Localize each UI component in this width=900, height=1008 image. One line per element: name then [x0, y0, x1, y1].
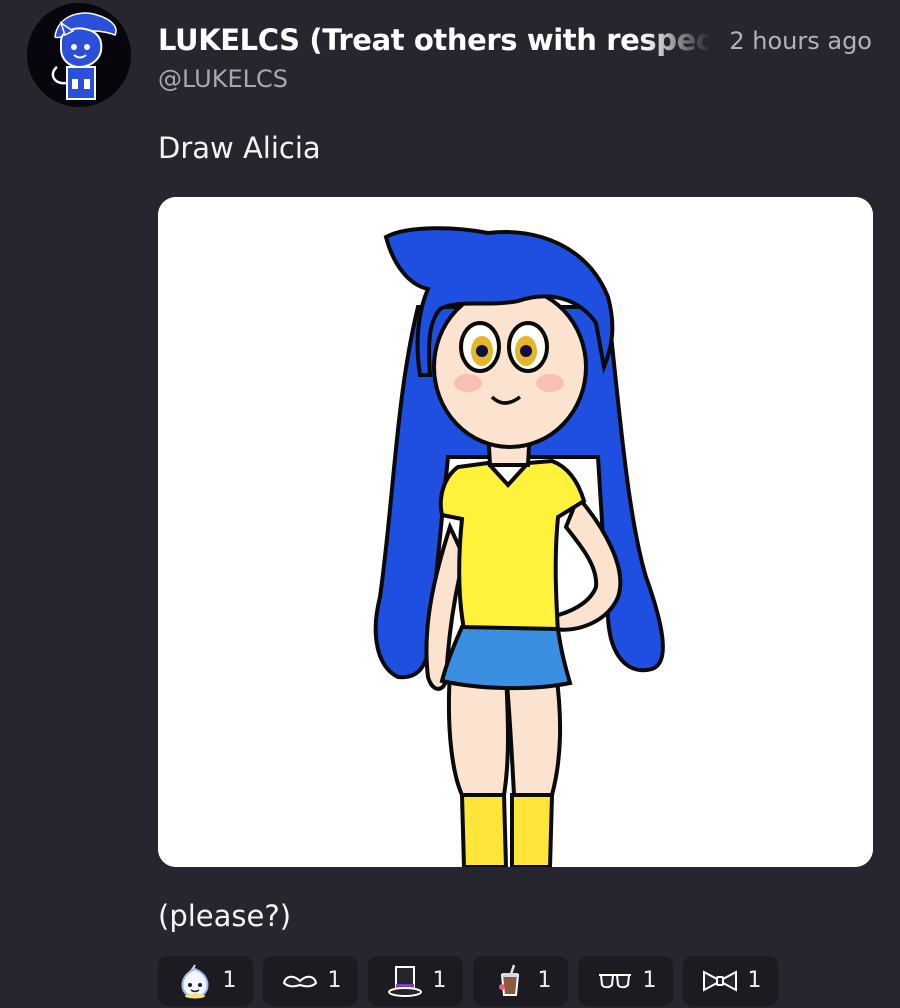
author-display-name[interactable]: LUKELCS (Treat others with respect, be k… [158, 20, 710, 60]
post-caption: (please?) [158, 899, 292, 933]
bowtie-icon [702, 970, 737, 992]
reaction-sunglasses[interactable]: 1 [578, 956, 673, 1006]
onion-ghost-icon [181, 964, 208, 999]
reaction-mustache[interactable]: 1 [263, 956, 358, 1006]
alicia-drawing [158, 197, 873, 867]
post-text: Draw Alicia [158, 131, 321, 165]
sunglasses-icon [598, 974, 631, 989]
author-avatar[interactable] [27, 3, 131, 107]
reaction-count: 1 [747, 968, 762, 993]
reaction-count: 1 [642, 968, 657, 993]
mustache-icon [282, 975, 317, 988]
reaction-count: 1 [222, 968, 237, 993]
reaction-count: 1 [327, 968, 342, 993]
reaction-bar: 1 1 1 1 1 1 [158, 956, 778, 1006]
top-hat-icon [387, 966, 422, 997]
post-header: LUKELCS (Treat others with respect, be k… [158, 20, 878, 100]
author-handle[interactable]: @LUKELCS [158, 63, 288, 95]
post: LUKELCS (Treat others with respect, be k… [0, 0, 900, 1008]
reaction-onion-ghost[interactable]: 1 [158, 956, 253, 1006]
post-image[interactable] [158, 197, 873, 867]
cat-character-avatar-icon [27, 3, 131, 107]
reaction-top-hat[interactable]: 1 [368, 956, 463, 1006]
drink-cup-icon [498, 964, 519, 996]
reaction-count: 1 [432, 968, 447, 993]
reaction-bowtie[interactable]: 1 [683, 956, 778, 1006]
reaction-count: 1 [537, 968, 552, 993]
reaction-drink[interactable]: 1 [473, 956, 568, 1006]
post-timestamp[interactable]: 2 hours ago [729, 24, 872, 58]
